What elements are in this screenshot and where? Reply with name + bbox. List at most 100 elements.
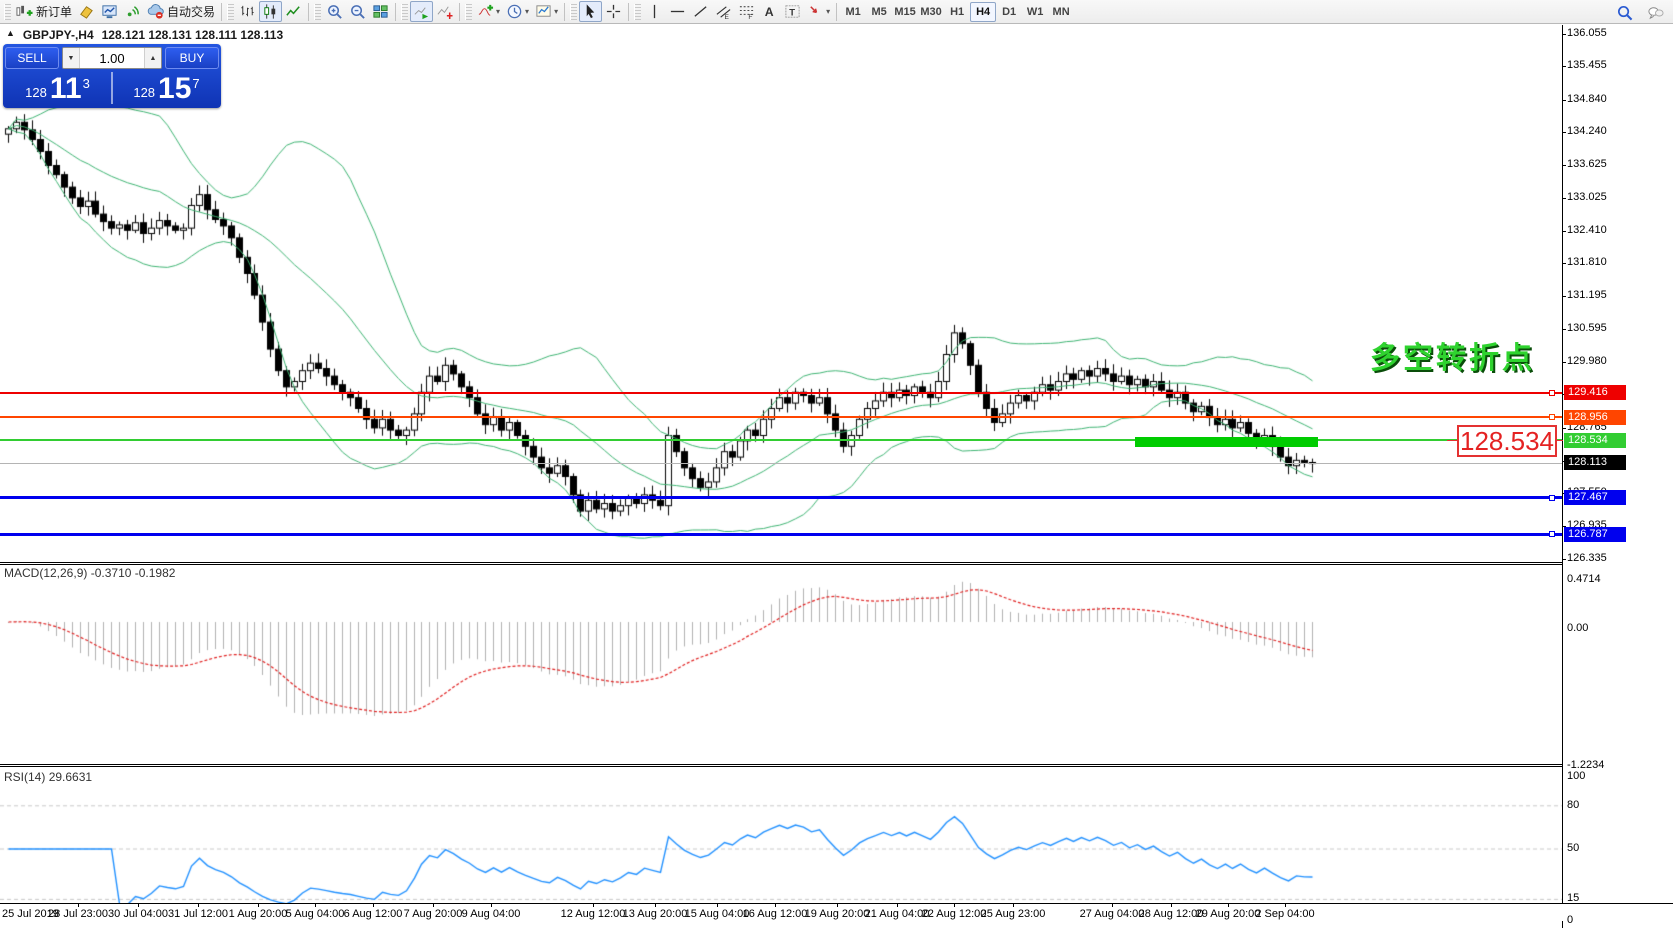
bar-chart-button[interactable] xyxy=(236,1,259,22)
price-level-label-box[interactable]: 128.534 xyxy=(1457,425,1557,457)
trendline-button[interactable] xyxy=(689,1,712,22)
dropdown-arrow-icon[interactable]: ▾ xyxy=(826,7,830,16)
fibonacci-button[interactable]: F xyxy=(735,1,758,22)
horizontal-line-button[interactable] xyxy=(666,1,689,22)
text-button[interactable]: A xyxy=(758,1,781,22)
sell-button[interactable]: SELL xyxy=(5,47,59,69)
time-tick-mark xyxy=(1112,904,1113,907)
toolbar-grip xyxy=(634,4,641,20)
timeframe-m5-button[interactable]: M5 xyxy=(866,2,892,22)
time-tick-mark xyxy=(775,904,776,907)
indicators-icon xyxy=(477,3,494,20)
time-tick-mark xyxy=(315,904,316,907)
level-line-handle[interactable] xyxy=(1549,414,1555,420)
zoom-out-button[interactable] xyxy=(346,1,369,22)
chart-shift-button[interactable] xyxy=(433,1,456,22)
sell-price-small: 128 xyxy=(25,85,47,100)
timeframe-mn-button[interactable]: MN xyxy=(1048,2,1074,22)
turning-point-annotation: 多空转折点 xyxy=(1370,333,1535,377)
arrows-button[interactable]: ▾ xyxy=(804,1,833,22)
time-tick-mark xyxy=(433,904,434,907)
collapse-arrow-icon[interactable]: ▲ xyxy=(6,28,15,42)
timeframe-m1-button[interactable]: M1 xyxy=(840,2,866,22)
time-axis[interactable]: 25 Jul 201928 Jul 23:0030 Jul 04:0031 Ju… xyxy=(0,903,1673,921)
search-button[interactable] xyxy=(1613,2,1636,23)
horizontal-level-line[interactable] xyxy=(0,416,1562,418)
dropdown-arrow-icon[interactable]: ▾ xyxy=(496,7,500,16)
price-tick-mark xyxy=(1562,132,1566,133)
price-level-badge: 129.416 xyxy=(1564,385,1626,400)
horizontal-level-line[interactable] xyxy=(0,533,1562,536)
profiles-button[interactable] xyxy=(98,1,121,22)
auto-scroll-button[interactable] xyxy=(410,1,433,22)
main-chart-canvas[interactable] xyxy=(0,25,1562,561)
ohlc-values: 128.121 128.131 128.111 128.113 xyxy=(102,28,284,42)
dropdown-arrow-icon[interactable]: ▾ xyxy=(525,7,529,16)
level-line-handle[interactable] xyxy=(1549,495,1555,501)
level-line-handle[interactable] xyxy=(1549,390,1555,396)
timeframe-d1-button[interactable]: D1 xyxy=(996,2,1022,22)
text-icon: A xyxy=(761,3,778,20)
templates-button[interactable]: ▾ xyxy=(532,1,561,22)
horizontal-level-line[interactable] xyxy=(0,392,1562,394)
tile-windows-button[interactable] xyxy=(369,1,392,22)
macd-scale-label: 0.00 xyxy=(1567,622,1588,634)
rsi-panel-separator[interactable] xyxy=(0,764,1562,767)
autotrading-button[interactable]: 自动交易 xyxy=(144,1,218,22)
equidistant-channel-button[interactable]: E xyxy=(712,1,735,22)
cursor-button[interactable] xyxy=(579,1,602,22)
time-axis-label: 28 Jul 23:00 xyxy=(48,908,108,920)
main-toolbar: 新订单 自动交易 ▾ ▾ ▾ EFAT ▾ M1M5M15M30H1H4D1W1MN xyxy=(0,0,1673,24)
volume-increase-button[interactable]: ▲ xyxy=(144,48,161,68)
text-label-icon: T xyxy=(784,3,801,20)
macd-scale-label: 0.4714 xyxy=(1567,573,1601,585)
price-tick-mark xyxy=(1562,329,1566,330)
time-axis-label: 31 Jul 12:00 xyxy=(168,908,228,920)
price-tick-label: 134.240 xyxy=(1567,125,1607,137)
candlestick-button[interactable] xyxy=(259,1,282,22)
indicators-button[interactable]: ▾ xyxy=(474,1,503,22)
text-label-button[interactable]: T xyxy=(781,1,804,22)
time-tick-mark xyxy=(258,904,259,907)
buy-button[interactable]: BUY xyxy=(165,47,219,69)
chat-button[interactable] xyxy=(1644,2,1667,23)
price-tick-label: 135.455 xyxy=(1567,59,1607,71)
price-tick-mark xyxy=(1562,34,1566,35)
volume-input[interactable]: 1.00 xyxy=(80,48,144,68)
buy-price-display[interactable]: 128 15 7 xyxy=(114,70,219,106)
zoom-in-button[interactable] xyxy=(323,1,346,22)
time-axis-label: 9 Aug 04:00 xyxy=(462,908,521,920)
timeframe-m15-button[interactable]: M15 xyxy=(892,2,918,22)
horizontal-level-line[interactable] xyxy=(0,439,1562,441)
line-chart-button[interactable] xyxy=(282,1,305,22)
new-order-button[interactable]: 新订单 xyxy=(13,1,75,22)
timeframe-h1-button[interactable]: H1 xyxy=(944,2,970,22)
volume-spinner: ▼ 1.00 ▲ xyxy=(62,47,162,69)
time-tick-mark xyxy=(717,904,718,907)
price-tick-label: 131.195 xyxy=(1567,289,1607,301)
profiles-icon xyxy=(101,3,118,20)
price-tick-mark xyxy=(1562,559,1566,560)
signals-button[interactable] xyxy=(121,1,144,22)
macd-panel-separator[interactable] xyxy=(0,562,1562,565)
level-line-handle[interactable] xyxy=(1549,531,1555,537)
macd-panel-canvas[interactable] xyxy=(0,566,1562,762)
toolbar-grip xyxy=(570,4,577,20)
price-tick-label: 129.980 xyxy=(1567,355,1607,367)
horizontal-level-line[interactable] xyxy=(0,496,1562,499)
vertical-line-button[interactable] xyxy=(643,1,666,22)
sell-price-display[interactable]: 128 11 3 xyxy=(5,70,110,106)
chart-symbol-line: ▲ GBPJPY-,H4 128.121 128.131 128.111 128… xyxy=(6,28,283,42)
timeframe-w1-button[interactable]: W1 xyxy=(1022,2,1048,22)
time-tick-mark xyxy=(897,904,898,907)
price-level-badge: 128.534 xyxy=(1564,433,1626,448)
metaeditor-button[interactable] xyxy=(75,1,98,22)
dropdown-arrow-icon[interactable]: ▾ xyxy=(554,7,558,16)
periods-button[interactable]: ▾ xyxy=(503,1,532,22)
timeframe-h4-button[interactable]: H4 xyxy=(970,2,996,22)
volume-decrease-button[interactable]: ▼ xyxy=(63,48,80,68)
crosshair-button[interactable] xyxy=(602,1,625,22)
time-tick-mark xyxy=(655,904,656,907)
timeframe-m30-button[interactable]: M30 xyxy=(918,2,944,22)
support-zone-rectangle[interactable] xyxy=(1135,437,1318,448)
